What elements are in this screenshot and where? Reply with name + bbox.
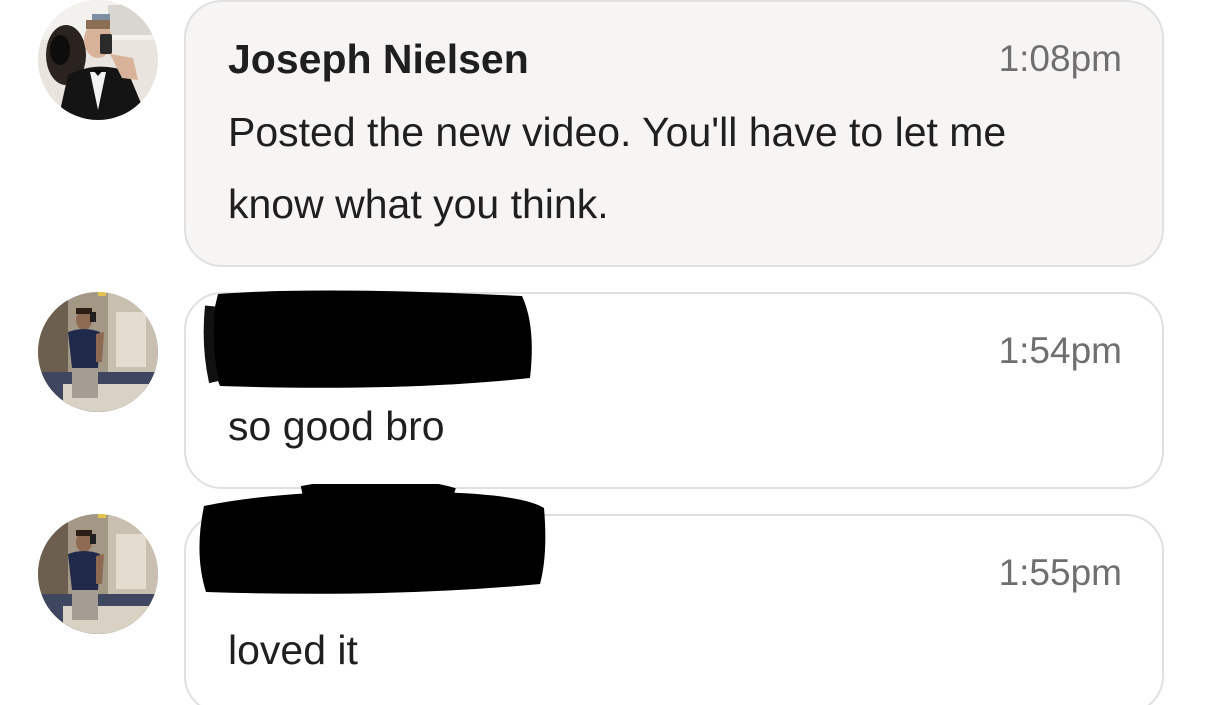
message-bubble[interactable]: 1:55pm loved it bbox=[184, 514, 1164, 705]
message-timestamp: 1:08pm bbox=[998, 38, 1122, 79]
message-bubble[interactable]: 1:54pm so good bro bbox=[184, 292, 1164, 489]
sender-avatar[interactable] bbox=[38, 514, 158, 634]
message-text: so good bro bbox=[228, 403, 445, 449]
message-thread: Joseph Nielsen 1:08pm Posted the new vid… bbox=[0, 0, 1206, 705]
message-timestamp: 1:55pm bbox=[998, 552, 1122, 593]
avatar-photo-tuxedo bbox=[38, 0, 158, 120]
message-text: loved it bbox=[228, 627, 358, 673]
sender-avatar[interactable] bbox=[38, 292, 158, 412]
sender-avatar[interactable] bbox=[38, 0, 158, 120]
message-text: Posted the new video. You'll have to let… bbox=[228, 109, 1007, 227]
avatar-photo-blue-tshirt bbox=[38, 514, 158, 634]
sender-name[interactable]: Joseph Nielsen bbox=[228, 36, 529, 83]
message-timestamp: 1:54pm bbox=[998, 330, 1122, 371]
avatar-photo-blue-tshirt bbox=[38, 292, 158, 412]
message-bubble[interactable]: Joseph Nielsen 1:08pm Posted the new vid… bbox=[184, 0, 1164, 267]
